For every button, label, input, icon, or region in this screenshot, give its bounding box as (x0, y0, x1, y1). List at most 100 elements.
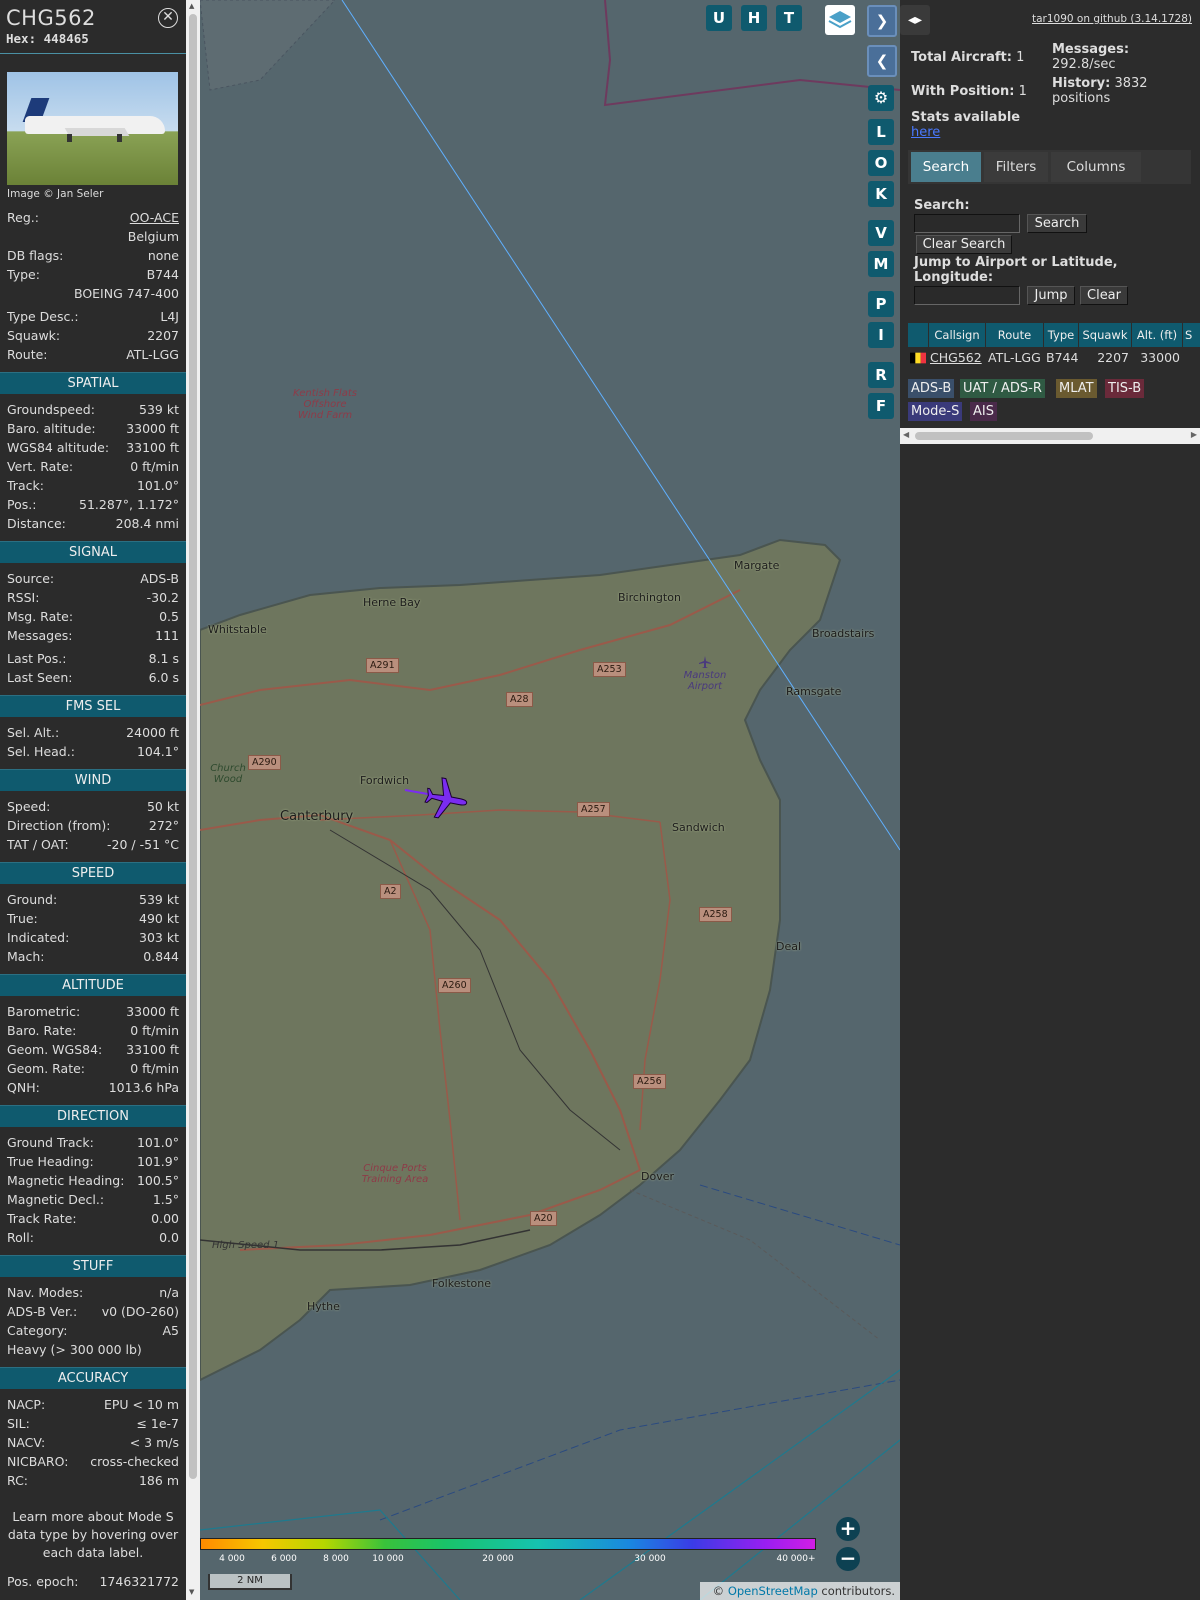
search-button[interactable]: Search (1027, 214, 1087, 233)
expand-icon[interactable]: ◂▸ (900, 5, 930, 35)
aircraft-icon[interactable] (422, 775, 470, 823)
photo-credit: Image © Jan Seler (7, 188, 104, 200)
table-header-callsign[interactable]: Callsign (929, 323, 985, 347)
map-view[interactable]: Margate Birchington Herne Bay Whitstable… (200, 0, 900, 1600)
table-header-type[interactable]: Type (1044, 323, 1078, 347)
jump-input[interactable] (914, 286, 1020, 305)
table-scrollbar-thumb[interactable] (915, 432, 1093, 440)
route-label: Route: (7, 347, 48, 362)
toggle-v-button[interactable]: V (868, 220, 894, 246)
tab-columns[interactable]: Columns (1051, 152, 1141, 182)
toggle-t-button[interactable]: T (776, 5, 802, 31)
info-value: 33000 ft (126, 1004, 179, 1019)
zoom-in-button[interactable]: + (836, 1517, 860, 1541)
scroll-up-arrow-icon[interactable]: ▲ (189, 2, 194, 10)
info-sections: SPATIAL Groundspeed: 539 kt Baro. altitude:… (0, 372, 186, 1490)
info-row: ADS-B Ver.: v0 (DO-260) (0, 1302, 186, 1321)
total-aircraft-stat: Total Aircraft: 1 (911, 50, 1024, 65)
road-label: A28 (506, 692, 533, 707)
info-row: NICBARO: cross-checked (0, 1452, 186, 1471)
toggle-p-button[interactable]: P (868, 291, 894, 317)
stats-link[interactable]: here (911, 125, 940, 140)
tab-filters[interactable]: Filters (984, 152, 1048, 182)
altitude-tick: 10 000 (372, 1554, 404, 1564)
road-label: A253 (593, 662, 626, 677)
toggle-k-button[interactable]: K (868, 181, 894, 207)
toggle-o-button[interactable]: O (868, 150, 894, 176)
info-label: Mach: (7, 949, 45, 964)
table-header-route[interactable]: Route (986, 323, 1043, 347)
github-link[interactable]: tar1090 on github (3.14.1728) (1032, 13, 1192, 25)
tab-search[interactable]: Search (911, 152, 981, 182)
scroll-down-arrow-icon[interactable]: ▼ (189, 1588, 194, 1596)
place-label: Deal (776, 940, 802, 953)
info-value: 51.287°, 1.172° (79, 497, 179, 512)
table-header-squawk[interactable]: Squawk (1079, 323, 1131, 347)
registration-link[interactable]: OO-ACE (130, 208, 179, 227)
row-squawk[interactable]: 2207 (1079, 349, 1129, 367)
aircraft-photo[interactable] (7, 72, 178, 185)
info-row: True: 490 kt (0, 909, 186, 928)
toggle-l-button[interactable]: L (868, 119, 894, 145)
info-value: 0.5 (159, 609, 179, 624)
toggle-m-button[interactable]: M (868, 251, 894, 277)
epoch-value: 1746321772 (99, 1574, 179, 1589)
table-header-speed[interactable]: S (1183, 323, 1200, 347)
table-header-flag[interactable] (908, 323, 928, 347)
table-header-altitude[interactable]: Alt. (ft) (1132, 323, 1182, 347)
info-value: 0 ft/min (130, 459, 179, 474)
info-label: SIL: (7, 1416, 30, 1431)
source-badge-tisb: TIS-B (1105, 379, 1145, 398)
info-row: True Heading: 101.9° (0, 1152, 186, 1171)
hex-label: Hex: (6, 31, 37, 46)
row-callsign[interactable]: CHG562 (930, 349, 982, 367)
altitude-tick: 6 000 (271, 1554, 297, 1564)
info-value: 1.5° (152, 1192, 179, 1207)
messages-label: Messages: (1052, 42, 1130, 57)
callsign-title: CHG562 (6, 6, 96, 30)
map-attribution: © OpenStreetMap contributors. (700, 1582, 900, 1600)
gear-icon[interactable]: ⚙ (868, 85, 894, 111)
row-type[interactable]: B744 (1046, 349, 1078, 367)
info-value: 101.9° (136, 1154, 179, 1169)
table-horizontal-scrollbar[interactable]: ◀ ▶ (900, 428, 1200, 444)
toggle-r-button[interactable]: R (868, 362, 894, 388)
row-altitude[interactable]: 33000 (1132, 349, 1180, 367)
place-label: Broadstairs (812, 627, 875, 640)
mode-s-help-note: Learn more about Mode S data type by hov… (7, 1509, 179, 1560)
total-aircraft-label: Total Aircraft: (911, 50, 1012, 65)
close-icon[interactable]: ✕ (158, 8, 178, 28)
attribution-suffix: contributors. (817, 1584, 895, 1598)
route-row: Route: ATL-LGG (0, 345, 186, 364)
reg-label: Reg.: (7, 210, 39, 225)
info-row: Indicated: 303 kt (0, 928, 186, 947)
info-label: QNH: (7, 1080, 40, 1095)
chevron-right-icon[interactable]: ❯ (867, 5, 897, 37)
search-input[interactable] (914, 214, 1020, 233)
layers-icon[interactable] (825, 5, 855, 35)
toggle-h-button[interactable]: H (741, 5, 767, 31)
place-label: Folkestone (432, 1277, 491, 1290)
info-scrollbar-thumb[interactable] (189, 14, 197, 1479)
road-label: A2 (380, 884, 401, 899)
clear-search-button[interactable]: Clear Search (916, 235, 1012, 254)
toggle-i-button[interactable]: I (868, 322, 894, 348)
jump-button[interactable]: Jump (1027, 286, 1075, 305)
toggle-f-button[interactable]: F (868, 393, 894, 419)
toggle-u-button[interactable]: U (706, 5, 732, 31)
scroll-left-arrow-icon[interactable]: ◀ (903, 430, 909, 439)
scroll-right-arrow-icon[interactable]: ▶ (1191, 430, 1197, 439)
info-scrollbar[interactable]: ▲ ▼ (186, 0, 200, 1600)
jump-label: Jump to Airport or Latitude, Longitude: (914, 255, 1118, 285)
altitude-color-bar (200, 1538, 816, 1550)
panel-tabs: Search Filters Columns (908, 150, 1191, 184)
dbflags-value: none (147, 248, 179, 263)
row-route[interactable]: ATL-LGG (988, 349, 1041, 367)
zoom-out-button[interactable]: − (836, 1547, 860, 1571)
chevron-left-icon[interactable]: ❮ (867, 45, 897, 77)
road-label: A260 (438, 978, 471, 993)
info-value: ≤ 1e-7 (136, 1416, 179, 1431)
info-value: 0 ft/min (130, 1061, 179, 1076)
clear-button[interactable]: Clear (1080, 286, 1128, 305)
osm-link[interactable]: OpenStreetMap (728, 1584, 818, 1598)
